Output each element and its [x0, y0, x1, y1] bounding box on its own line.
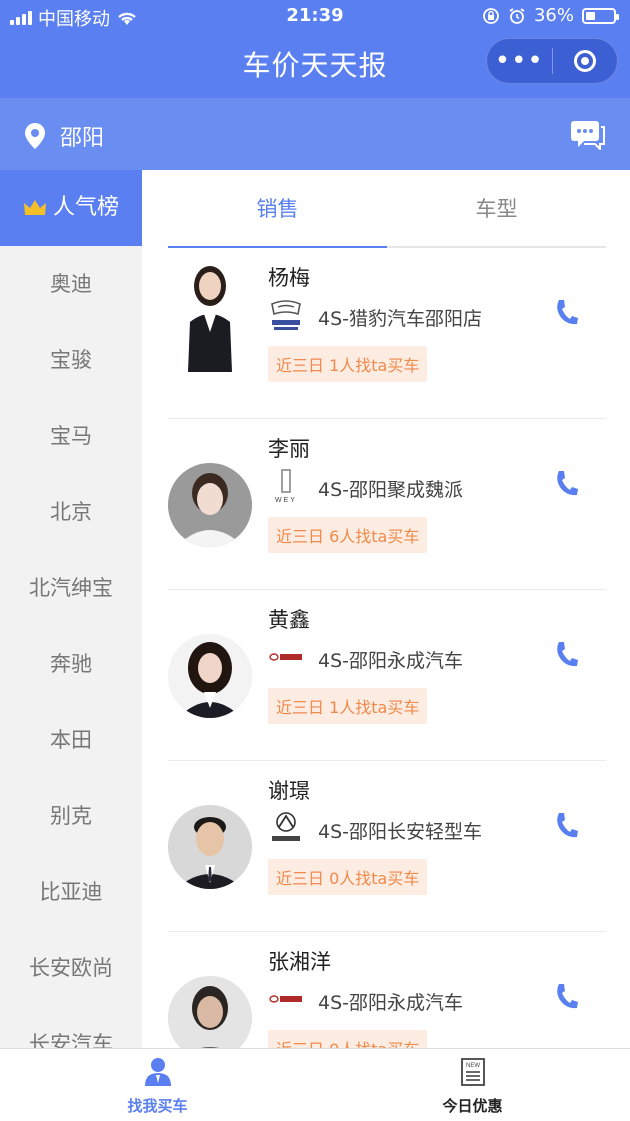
- phone-icon[interactable]: [554, 298, 578, 326]
- battery-icon: [582, 7, 619, 24]
- list-item[interactable]: 张湘洋 4S-邵阳永成汽车 近三日 0人找ta买车: [168, 932, 606, 1048]
- inquiry-badge: 近三日 0人找ta买车: [268, 859, 428, 895]
- list-item[interactable]: 黄鑫 4S-邵阳永成汽车 近三日 1人找ta买车: [168, 590, 606, 761]
- list-item[interactable]: 李丽 WEY 4S-邵阳聚成魏派 近三日 6人找ta买车: [168, 419, 606, 590]
- dealer-name: 4S-邵阳长安轻型车: [318, 821, 483, 843]
- sidebar-item-honda[interactable]: 本田: [0, 702, 142, 778]
- salesperson-name: 谢璟: [268, 779, 310, 803]
- tab-find-me-buy-car[interactable]: 找我买车: [0, 1049, 315, 1121]
- list-item[interactable]: 杨梅 4S-猎豹汽车邵阳店 近三日 1人找ta买车: [168, 248, 606, 419]
- inquiry-badge: 近三日 1人找ta买车: [268, 346, 428, 382]
- bottom-tab-bar: 找我买车 NEW 今日优惠: [0, 1048, 630, 1121]
- sidebar-item-audi[interactable]: 奥迪: [0, 246, 142, 322]
- sales-list: 杨梅 4S-猎豹汽车邵阳店 近三日 1人找ta买车 李丽 WEY 4S-邵阳聚成…: [168, 248, 606, 1048]
- tab-label: 今日优惠: [442, 1097, 503, 1115]
- sidebar-item-popular[interactable]: 人气榜: [0, 170, 142, 246]
- sidebar-item-byd[interactable]: 比亚迪: [0, 854, 142, 930]
- status-right: 36%: [482, 5, 619, 26]
- salesperson-icon: [144, 1058, 171, 1086]
- inquiry-badge: 近三日 6人找ta买车: [268, 517, 428, 553]
- ellipsis-icon[interactable]: •••: [487, 48, 552, 74]
- nav-bar: 车价天天报 •••: [0, 32, 630, 98]
- brand-logo-icon: [271, 300, 301, 330]
- target-circle-icon[interactable]: [553, 50, 618, 72]
- phone-icon[interactable]: [554, 640, 578, 668]
- content-tabs: 销售 车型: [168, 170, 606, 248]
- sidebar-item-beijing[interactable]: 北京: [0, 474, 142, 550]
- battery-level: [586, 11, 595, 20]
- salesperson-name: 李丽: [268, 437, 310, 461]
- dealer-name: 4S-邵阳聚成魏派: [318, 479, 464, 501]
- sidebar-item-changan-oushang[interactable]: 长安欧尚: [0, 930, 142, 1006]
- phone-icon[interactable]: [554, 811, 578, 839]
- phone-icon[interactable]: [554, 469, 578, 497]
- list-item[interactable]: 谢璟 4S-邵阳长安轻型车 近三日 0人找ta买车: [168, 761, 606, 932]
- city-label[interactable]: 邵阳: [60, 120, 104, 152]
- avatar: [168, 252, 252, 372]
- location-pin-icon[interactable]: [24, 122, 46, 150]
- rotation-lock-icon: [483, 7, 499, 24]
- salesperson-name: 杨梅: [268, 266, 310, 290]
- brand-logo-icon: [269, 995, 302, 1003]
- dealer-name: 4S-邵阳永成汽车: [318, 650, 464, 672]
- sidebar-item-baojun[interactable]: 宝骏: [0, 322, 142, 398]
- tab-sales[interactable]: 销售: [168, 170, 387, 248]
- newspaper-icon: NEW: [460, 1058, 485, 1086]
- brand-sidebar: 人气榜 奥迪 宝骏 宝马 北京 北汽绅宝 奔驰 本田 别克 比亚迪 长安欧尚 长…: [0, 170, 142, 1048]
- avatar: [168, 805, 252, 889]
- phone-icon[interactable]: [554, 982, 578, 1010]
- tab-label: 找我买车: [127, 1097, 188, 1115]
- crown-icon: [23, 200, 46, 215]
- sidebar-item-benz[interactable]: 奔驰: [0, 626, 142, 702]
- sidebar-item-buick[interactable]: 别克: [0, 778, 142, 854]
- tab-today-deals[interactable]: NEW 今日优惠: [315, 1049, 630, 1121]
- inquiry-badge: 近三日 0人找ta买车: [268, 1030, 428, 1048]
- status-bar: 中国移动 21:39 36%: [0, 0, 630, 32]
- brand-logo-icon: [269, 653, 302, 661]
- sidebar-item-label: 人气榜: [52, 195, 119, 220]
- sidebar-item-bmw[interactable]: 宝马: [0, 398, 142, 474]
- dealer-name: 4S-邵阳永成汽车: [318, 992, 464, 1014]
- dealer-name: 4S-猎豹汽车邵阳店: [318, 308, 483, 330]
- sidebar-item-changan[interactable]: 长安汽车: [0, 1006, 142, 1048]
- salesperson-name: 黄鑫: [268, 608, 310, 632]
- brand-logo-icon: [272, 812, 300, 841]
- brand-logo-icon: WEY: [275, 469, 297, 503]
- avatar: [168, 634, 252, 718]
- svg-text:NEW: NEW: [466, 1063, 480, 1069]
- location-bar: 邵阳: [0, 98, 630, 170]
- sidebar-item-baic-senova[interactable]: 北汽绅宝: [0, 550, 142, 626]
- alarm-icon: [509, 7, 525, 24]
- battery-percent: 36%: [533, 5, 574, 26]
- svg-text:WEY: WEY: [275, 497, 297, 503]
- salesperson-name: 张湘洋: [268, 950, 331, 974]
- tab-models[interactable]: 车型: [387, 170, 606, 246]
- avatar: [168, 976, 252, 1048]
- mini-program-capsule: •••: [486, 38, 618, 84]
- inquiry-badge: 近三日 1人找ta买车: [268, 688, 428, 724]
- main-content: 销售 车型 杨梅 4S-猎豹汽车邵阳店 近三日 1人找ta买车 李丽 WEY 4…: [142, 170, 630, 1048]
- chat-bubble-icon[interactable]: [570, 120, 606, 150]
- avatar: [168, 463, 252, 547]
